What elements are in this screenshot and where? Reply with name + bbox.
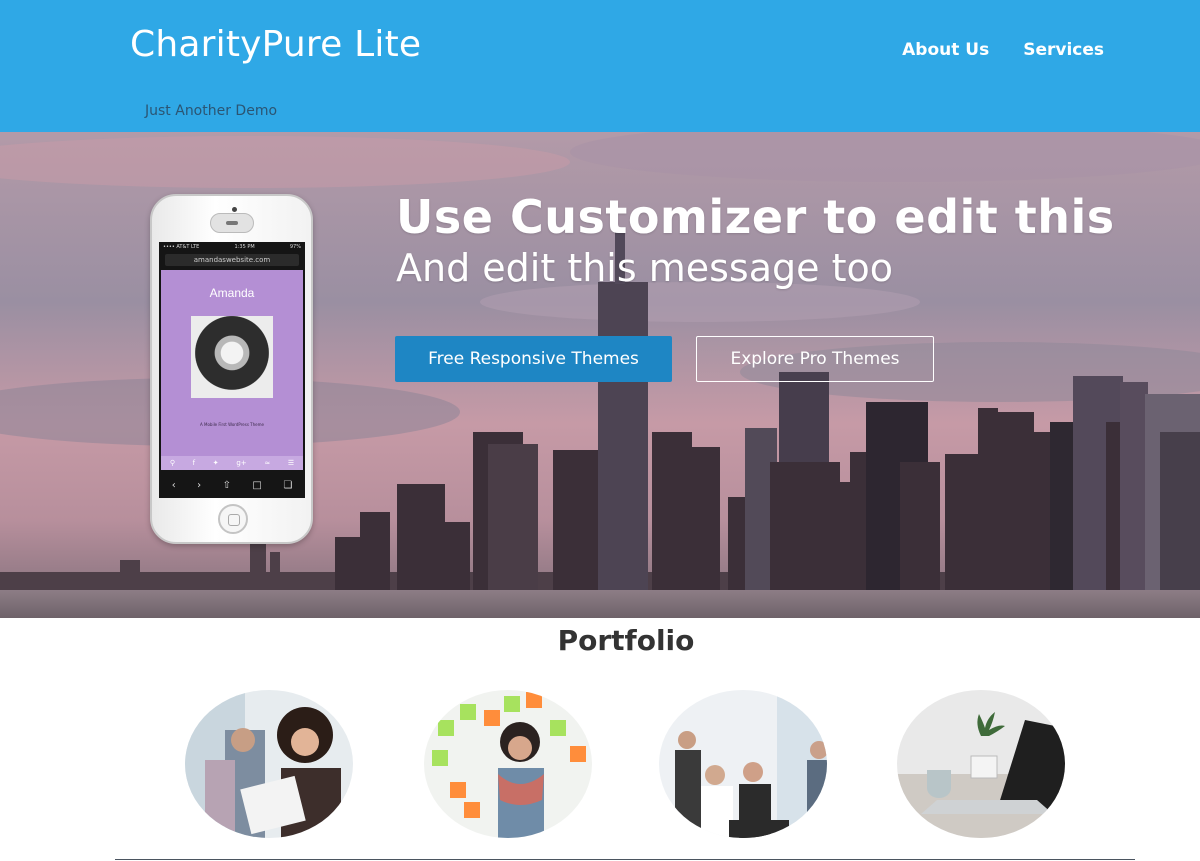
phone-screen: •••• AT&T LTE 1:35 PM 97% amandaswebsite… xyxy=(159,242,305,498)
hero-banner: •••• AT&T LTE 1:35 PM 97% amandaswebsite… xyxy=(0,132,1200,618)
sticky-notes-woman-photo xyxy=(424,690,592,838)
back-icon: ‹ xyxy=(171,479,176,491)
main-nav: About Us Services xyxy=(902,40,1104,60)
share-icon: ⇧ xyxy=(222,479,231,491)
rss-icon: ≈ xyxy=(264,459,271,467)
google-plus-icon: g+ xyxy=(236,459,247,467)
office-women-reading-photo xyxy=(185,690,353,838)
phone-status-bar: •••• AT&T LTE 1:35 PM 97% xyxy=(159,242,305,252)
portfolio-item-office-women[interactable] xyxy=(185,690,353,838)
phone-tagline: A Mobile First WordPress Theme xyxy=(200,422,264,427)
portfolio-item-laptop-desk[interactable] xyxy=(897,690,1065,838)
forward-icon: › xyxy=(197,479,202,491)
home-button-icon xyxy=(218,504,248,534)
laptop-desk-plant-photo xyxy=(897,690,1065,838)
nav-about-us[interactable]: About Us xyxy=(902,40,989,60)
hero-headline: Use Customizer to edit this xyxy=(396,190,1115,244)
profile-photo xyxy=(191,316,273,398)
menu-icon: ☰ xyxy=(287,459,295,467)
site-title[interactable]: CharityPure Lite xyxy=(130,24,421,65)
carrier-text: •••• AT&T LTE xyxy=(163,244,200,250)
divider xyxy=(115,859,1135,860)
time-text: 1:35 PM xyxy=(234,244,255,250)
search-icon: ⚲ xyxy=(169,459,175,467)
portfolio-item-office-meeting[interactable] xyxy=(659,690,827,838)
phone-social-bar: ⚲ f ✦ g+ ≈ ☰ xyxy=(161,456,303,470)
office-meeting-photo xyxy=(659,690,827,838)
free-themes-button[interactable]: Free Responsive Themes xyxy=(395,336,672,382)
pro-themes-button[interactable]: Explore Pro Themes xyxy=(696,336,934,382)
phone-page: Amanda A Mobile First WordPress Theme ⚲ … xyxy=(161,270,303,470)
battery-text: 97% xyxy=(289,244,301,250)
hero-subheadline: And edit this message too xyxy=(396,246,893,290)
portfolio-title: Portfolio xyxy=(557,624,695,657)
tabs-icon: ❏ xyxy=(283,479,293,491)
phone-url-bar: amandaswebsite.com xyxy=(165,254,299,266)
phone-toolbar: ‹ › ⇧ □ ❏ xyxy=(161,474,303,496)
bookmarks-icon: □ xyxy=(252,479,262,491)
site-description: Just Another Demo xyxy=(145,103,278,119)
nav-services[interactable]: Services xyxy=(1023,40,1104,60)
twitter-icon: ✦ xyxy=(212,459,219,467)
facebook-icon: f xyxy=(192,459,196,467)
speaker-icon xyxy=(210,213,254,233)
site-header: CharityPure Lite Just Another Demo About… xyxy=(0,0,1200,132)
portfolio-item-sticky-notes[interactable] xyxy=(424,690,592,838)
profile-name: Amanda xyxy=(209,286,255,300)
camera-icon xyxy=(232,207,237,212)
phone-mockup: •••• AT&T LTE 1:35 PM 97% amandaswebsite… xyxy=(150,194,313,544)
